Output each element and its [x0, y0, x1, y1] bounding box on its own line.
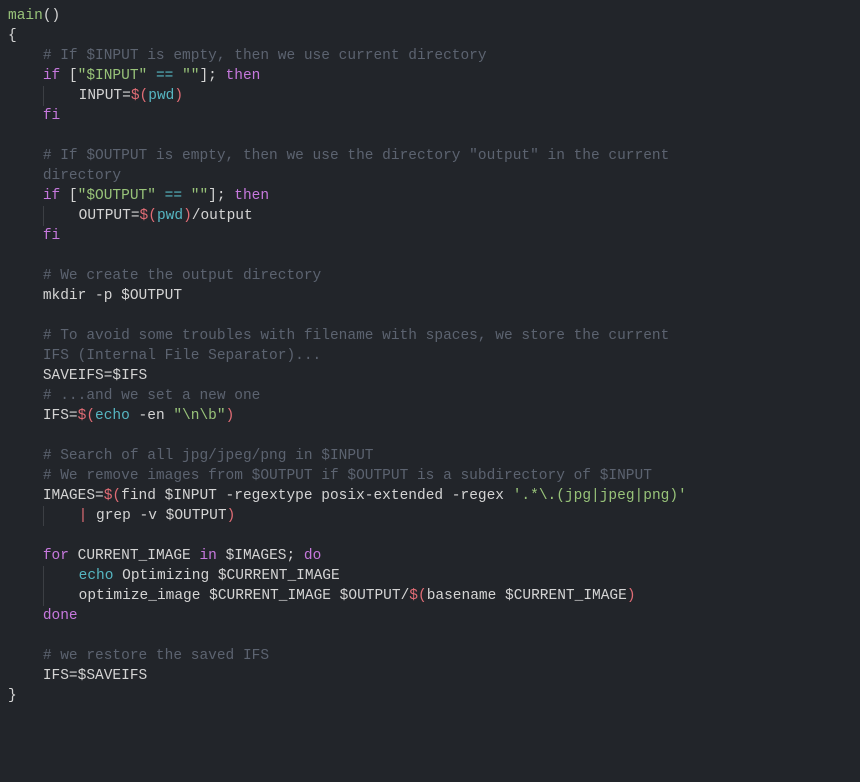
code-line: IFS (Internal File Separator)... — [8, 348, 321, 364]
code-line: IFS=$(echo -en "\n\b") — [8, 408, 234, 424]
code-line: } — [8, 688, 17, 704]
comment: # ...and we set a new one — [43, 388, 261, 404]
code-line — [8, 628, 17, 644]
code-line: INPUT=$(pwd) — [8, 88, 183, 104]
comment: # If $INPUT is empty, then we use curren… — [43, 48, 487, 64]
code-line: OUTPUT=$(pwd)/output — [8, 208, 253, 224]
code-line: # If $OUTPUT is empty, then we use the d… — [8, 148, 678, 164]
code-line — [8, 528, 17, 544]
function-name: main — [8, 8, 43, 24]
code-line: # ...and we set a new one — [8, 388, 260, 404]
code-line: # We remove images from $OUTPUT if $OUTP… — [8, 468, 652, 484]
comment: # If $OUTPUT is empty, then we use the d… — [43, 148, 678, 164]
code-line: for CURRENT_IMAGE in $IMAGES; do — [8, 548, 321, 564]
keyword-then: then — [226, 68, 261, 84]
keyword-fi: fi — [43, 108, 60, 124]
code-line: if ["$INPUT" == ""]; then — [8, 68, 260, 84]
code-line: SAVEIFS=$IFS — [8, 368, 147, 384]
code-line — [8, 128, 17, 144]
code-line: # We create the output directory — [8, 268, 321, 284]
code-line: fi — [8, 108, 60, 124]
code-line: directory — [8, 168, 121, 184]
comment: # We create the output directory — [43, 268, 321, 284]
code-line: optimize_image $CURRENT_IMAGE $OUTPUT/$(… — [8, 588, 636, 604]
comment: # Search of all jpg/jpeg/png in $INPUT — [43, 448, 374, 464]
code-line: | grep -v $OUTPUT) — [8, 508, 235, 524]
code-line: # Search of all jpg/jpeg/png in $INPUT — [8, 448, 373, 464]
code-line: fi — [8, 228, 60, 244]
code-line: if ["$OUTPUT" == ""]; then — [8, 188, 269, 204]
code-line: { — [8, 28, 17, 44]
comment: # We remove images from $OUTPUT if $OUTP… — [43, 468, 652, 484]
code-line: IFS=$SAVEIFS — [8, 668, 147, 684]
code-line — [8, 248, 17, 264]
comment: directory — [43, 168, 121, 184]
code-line: # we restore the saved IFS — [8, 648, 269, 664]
comment: IFS (Internal File Separator)... — [43, 348, 321, 364]
comment: # we restore the saved IFS — [43, 648, 269, 664]
keyword-done: done — [43, 608, 78, 624]
code-editor[interactable]: main() { # If $INPUT is empty, then we u… — [0, 6, 860, 706]
code-line: mkdir -p $OUTPUT — [8, 288, 182, 304]
code-line: IMAGES=$(find $INPUT -regextype posix-ex… — [8, 488, 695, 504]
code-line — [8, 308, 17, 324]
code-line: # To avoid some troubles with filename w… — [8, 328, 678, 344]
code-line: done — [8, 608, 78, 624]
code-line: # If $INPUT is empty, then we use curren… — [8, 48, 487, 64]
keyword-if: if — [43, 68, 60, 84]
code-line: main() — [8, 8, 60, 24]
comment: # To avoid some troubles with filename w… — [43, 328, 678, 344]
keyword-for: for — [43, 548, 69, 564]
code-line — [8, 428, 17, 444]
code-line: echo Optimizing $CURRENT_IMAGE — [8, 568, 340, 584]
